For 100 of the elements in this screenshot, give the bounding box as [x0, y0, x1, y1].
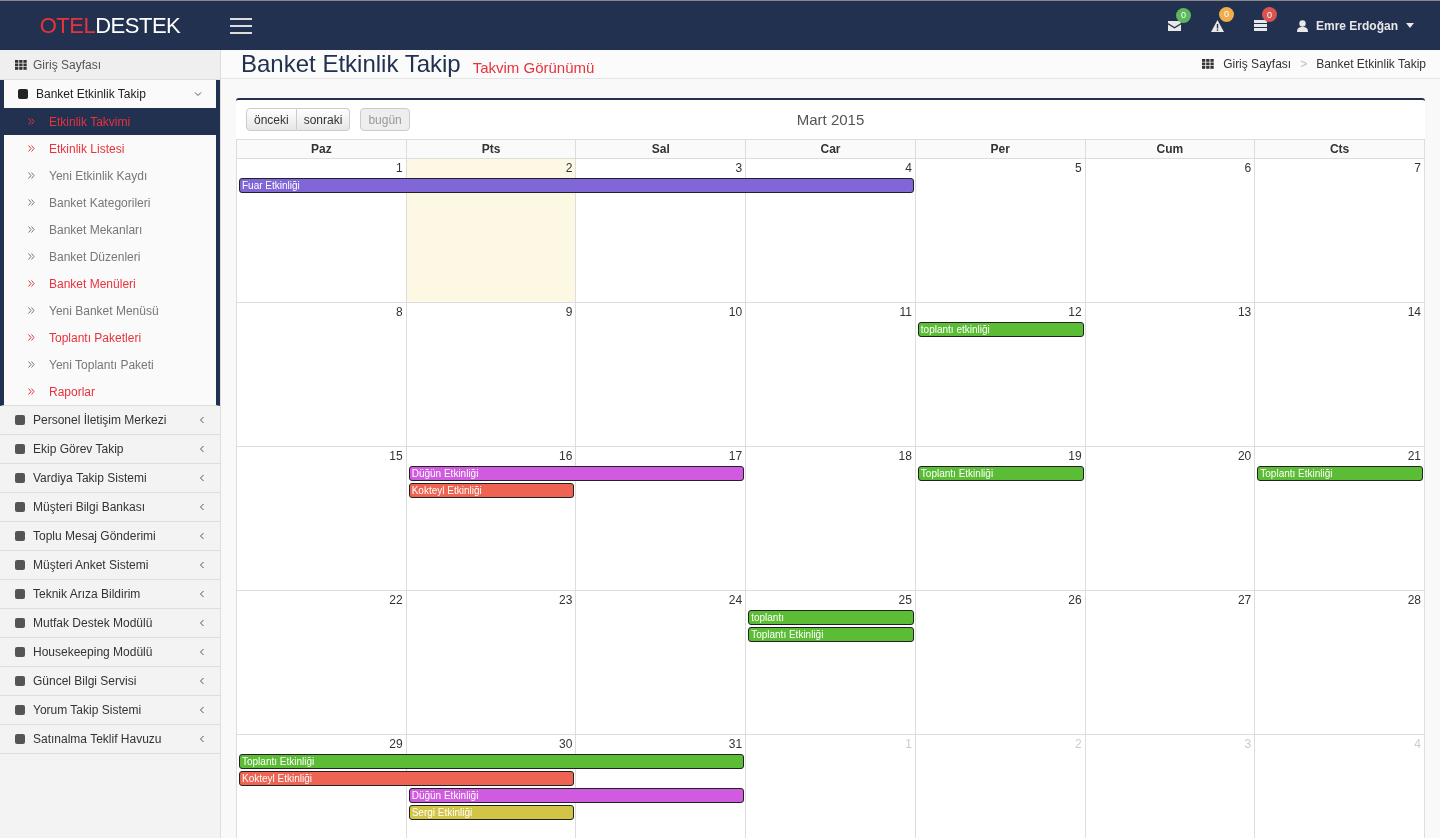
day-cell[interactable]: 7 — [1255, 159, 1425, 302]
list-icon — [1253, 20, 1267, 31]
day-number: 17 — [728, 449, 743, 463]
weekday-header: Cum — [1085, 139, 1256, 158]
next-button[interactable]: sonraki — [296, 108, 351, 131]
weekday-header: Pts — [406, 139, 577, 158]
day-cell[interactable]: 15 — [237, 447, 407, 590]
sidebar-group[interactable]: Toplu Mesaj Gönderimi — [0, 522, 220, 550]
chevron-icon — [198, 735, 206, 743]
day-cell[interactable]: 26 — [915, 591, 1086, 734]
chevron-icon — [198, 590, 206, 598]
grid-icon — [1202, 59, 1215, 69]
chevron-icon — [198, 416, 206, 424]
day-cell[interactable]: 5 — [915, 159, 1086, 302]
day-cell[interactable]: 20 — [1085, 447, 1256, 590]
day-cell[interactable]: 8 — [237, 303, 407, 446]
sidebar-group[interactable]: Yorum Takip Sistemi — [0, 696, 220, 724]
calendar-title: Mart 2015 — [796, 111, 865, 128]
submenu-item[interactable]: Banket Menüleri — [4, 270, 216, 297]
sidebar-group[interactable]: Ekip Görev Takip — [0, 435, 220, 463]
day-number: 24 — [728, 593, 743, 607]
chevrons-icon — [28, 253, 35, 260]
sidebar-group[interactable]: Mutfak Destek Modülü — [0, 609, 220, 637]
day-number: 7 — [1414, 161, 1421, 175]
square-icon — [15, 618, 25, 628]
square-icon — [15, 502, 25, 512]
day-number: 21 — [1407, 449, 1421, 463]
sidebar-group[interactable]: Personel İletişim Merkezi — [0, 406, 220, 434]
sidebar-group[interactable]: Housekeeping Modülü — [0, 638, 220, 666]
sidebar-group[interactable]: Banket Etkinlik Takip — [4, 80, 216, 108]
submenu-item[interactable]: Raporlar — [4, 378, 216, 405]
square-icon — [15, 676, 25, 686]
calendar-event[interactable]: Fuar Etkinliği — [239, 178, 914, 193]
chevron-icon — [194, 90, 202, 98]
chevron-icon — [198, 532, 206, 540]
weekday-header: Cts — [1255, 139, 1425, 158]
chevron-icon — [198, 503, 206, 511]
day-cell[interactable]: 6 — [1085, 159, 1256, 302]
sidebar-group[interactable]: Güncel Bilgi Servisi — [0, 667, 220, 695]
day-cell[interactable]: 18 — [746, 447, 916, 590]
logo[interactable]: OTELDESTEK — [0, 12, 220, 39]
menu-icon[interactable] — [230, 17, 252, 34]
breadcrumb-item[interactable]: Giriş Sayfası — [1223, 57, 1292, 71]
user-name[interactable]: Emre Erdoğan — [1315, 18, 1398, 33]
chevron-icon — [198, 648, 206, 656]
chevron-icon — [198, 445, 206, 453]
day-cell[interactable]: 13 — [1085, 303, 1256, 446]
weekday-header: Sal — [576, 139, 747, 158]
square-icon — [15, 705, 25, 715]
sidebar-group[interactable]: Müşteri Bilgi Bankası — [0, 493, 220, 521]
day-number: 29 — [389, 737, 403, 751]
day-number: 31 — [728, 737, 743, 751]
submenu-item[interactable]: Yeni Banket Menüsü — [4, 297, 216, 324]
submenu-item[interactable]: Banket Kategorileri — [4, 189, 216, 216]
submenu-item[interactable]: Yeni Toplantı Paketi — [4, 351, 216, 378]
sidebar-item[interactable]: Giriş Sayfası — [0, 50, 220, 80]
page-title: Banket Etkinlik Takip — [241, 50, 461, 78]
day-cell[interactable]: 27 — [1085, 591, 1256, 734]
day-number: 12 — [1068, 305, 1082, 319]
count-badge: 0 — [1261, 7, 1277, 22]
sidebar-group[interactable]: Müşteri Anket Sistemi — [0, 551, 220, 579]
day-number: 23 — [559, 593, 573, 607]
weekday-header: Per — [915, 139, 1086, 158]
sidebar-group[interactable]: Satınalma Teklif Havuzu — [0, 725, 220, 753]
submenu-item[interactable]: Toplantı Paketleri — [4, 324, 216, 351]
submenu-item[interactable]: Banket Düzenleri — [4, 243, 216, 270]
day-number: 15 — [389, 449, 403, 463]
chevron-icon — [198, 474, 206, 482]
count-badge: 0 — [1175, 7, 1191, 23]
day-cell[interactable]: 23 — [406, 591, 577, 734]
chevron-icon — [198, 677, 206, 685]
day-number: 14 — [1407, 305, 1421, 319]
chevrons-icon — [28, 226, 35, 233]
day-cell[interactable]: 22 — [237, 591, 407, 734]
chevrons-icon — [28, 199, 35, 206]
warning-icon — [1210, 19, 1224, 32]
day-number: 11 — [899, 305, 912, 319]
submenu-item[interactable]: Etkinlik Listesi — [4, 135, 216, 162]
caret-icon[interactable] — [1406, 23, 1414, 28]
day-cell[interactable]: 9 — [406, 303, 577, 446]
day-number: 26 — [1068, 593, 1082, 607]
count-badge: 0 — [1218, 6, 1234, 22]
page-subtitle: Takvim Görünümü — [472, 58, 595, 76]
day-cell[interactable]: 28 — [1255, 591, 1425, 734]
day-cell[interactable]: 10 — [576, 303, 747, 446]
sidebar-group[interactable]: Teknik Arıza Bildirim — [0, 580, 220, 608]
day-cell[interactable]: 24 — [576, 591, 747, 734]
day-number: 5 — [1074, 161, 1082, 175]
day-cell[interactable]: 11 — [746, 303, 916, 446]
submenu-item[interactable]: Banket Mekanları — [4, 216, 216, 243]
chevrons-icon — [28, 118, 35, 125]
day-cell[interactable]: 14 — [1255, 303, 1425, 446]
chevrons-icon — [28, 334, 35, 341]
square-icon — [15, 647, 25, 657]
chevrons-icon — [28, 145, 35, 152]
sidebar-group[interactable]: Vardiya Takip Sistemi — [0, 464, 220, 492]
submenu-item[interactable]: Yeni Etkinlik Kaydı — [4, 162, 216, 189]
previous-button[interactable]: önceki — [246, 108, 297, 131]
breadcrumb-item: Banket Etkinlik Takip — [1316, 57, 1426, 71]
chevrons-icon — [28, 172, 35, 179]
